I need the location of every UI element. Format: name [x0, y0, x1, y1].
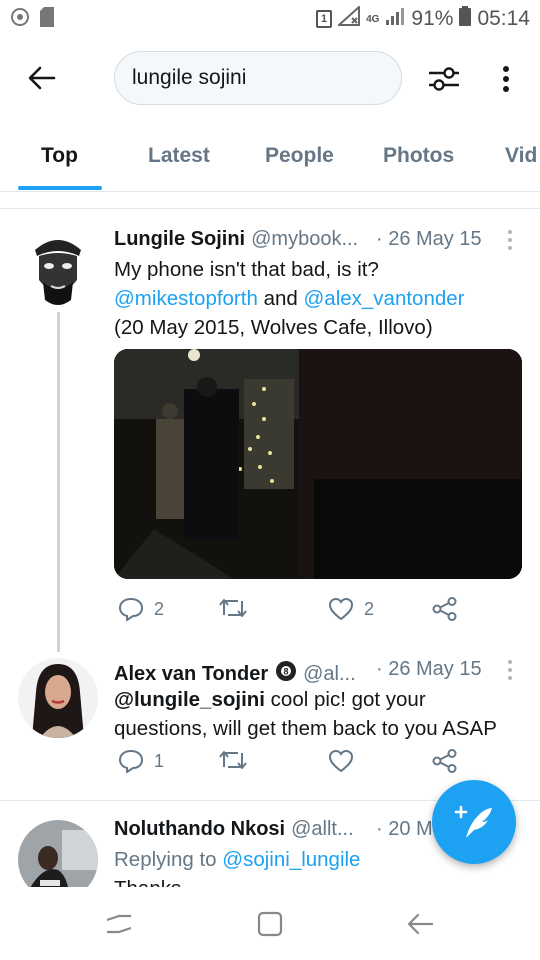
tweet-header: Noluthando Nkosi @allt...	[114, 818, 354, 841]
like-button[interactable]	[328, 749, 354, 773]
mention-link[interactable]: @sojini_lungile	[222, 848, 360, 871]
reply-icon	[118, 597, 144, 621]
share-icon	[432, 597, 457, 621]
author-handle[interactable]: @allt...	[291, 818, 354, 841]
system-navigation-bar	[0, 887, 540, 960]
back-button[interactable]	[24, 60, 60, 96]
tweet-actions: 2 2	[114, 597, 524, 627]
tweet-actions: 1	[114, 749, 524, 779]
like-button[interactable]: 2	[328, 597, 374, 621]
no-signal-icon	[336, 4, 361, 32]
tweet-date[interactable]: · 20 M	[376, 818, 433, 841]
tweet-text-line: My phone isn't that bad, is it?	[114, 258, 379, 281]
status-bar: 1 4G 91% 05:14	[0, 0, 540, 38]
author-name[interactable]: Alex van Tonder	[114, 663, 268, 686]
retweet-icon	[219, 751, 247, 769]
search-filter-button[interactable]	[424, 60, 464, 98]
avatar[interactable]	[18, 820, 98, 887]
sim-badge: 1	[316, 10, 333, 28]
battery-percent: 91%	[411, 7, 454, 30]
tweet-date[interactable]: · 26 May 15	[376, 228, 482, 251]
sd-card-icon	[40, 6, 54, 32]
tweet[interactable]: Alex van Tonder 8 @al... · 26 May 15 @lu…	[0, 652, 540, 802]
tweet-header: Alex van Tonder 8 @al...	[114, 658, 356, 686]
battery-icon	[459, 6, 472, 32]
reply-count: 1	[154, 750, 165, 771]
heart-icon	[328, 597, 354, 621]
sync-icon	[10, 7, 30, 32]
search-query-text: lungile sojini	[132, 66, 247, 89]
retweet-icon	[219, 599, 247, 617]
mention-link[interactable]: @alex_vantonder	[303, 287, 464, 310]
tab-people[interactable]: People	[265, 144, 334, 168]
heart-icon	[328, 749, 354, 773]
back-arrow-icon	[28, 66, 56, 90]
more-vertical-icon	[503, 66, 509, 92]
tweet-photo[interactable]	[114, 349, 522, 579]
author-handle[interactable]: @mybook...	[251, 228, 358, 251]
tweet-date[interactable]: · 26 May 15	[376, 658, 482, 681]
like-count: 2	[364, 598, 375, 619]
overflow-menu-button[interactable]	[494, 60, 518, 98]
avatar[interactable]	[18, 658, 98, 738]
share-button[interactable]	[432, 749, 458, 773]
recent-apps-icon	[106, 914, 132, 934]
tweet-text-line: (20 May 2015, Wolves Cafe, Illovo)	[114, 316, 433, 339]
network-type: 4G	[366, 13, 380, 25]
tweet-menu-button[interactable]	[507, 660, 513, 680]
replying-prefix: Replying to	[114, 848, 223, 871]
avatar[interactable]	[25, 230, 91, 310]
reply-icon	[118, 749, 144, 773]
author-handle[interactable]: @al...	[303, 663, 356, 686]
signal-icon	[385, 6, 405, 32]
home-square-icon	[257, 911, 283, 937]
tweet-text: My phone isn't that bad, is it? @mikesto…	[114, 255, 524, 342]
search-input[interactable]: lungile sojini	[114, 51, 402, 105]
compose-tweet-button[interactable]	[432, 780, 516, 864]
reply-button[interactable]: 1	[118, 749, 164, 773]
svg-text:8: 8	[284, 667, 289, 677]
retweet-button[interactable]	[218, 597, 248, 619]
author-name[interactable]: Noluthando Nkosi	[114, 818, 285, 841]
retweet-button[interactable]	[218, 749, 248, 771]
author-name[interactable]: Lungile Sojini	[114, 228, 245, 251]
tweet[interactable]: Lungile Sojini @mybook... · 26 May 15 My…	[0, 192, 540, 652]
share-icon	[432, 749, 457, 773]
home-button[interactable]	[255, 909, 285, 939]
compose-feather-icon	[454, 805, 492, 838]
tab-top[interactable]: Top	[41, 144, 78, 168]
tweet-text: @lungile_sojini cool pic! got your quest…	[114, 685, 524, 743]
tweet-menu-button[interactable]	[507, 230, 513, 250]
mention-link[interactable]: @lungile_sojini	[114, 688, 265, 711]
search-toolbar: lungile sojini	[0, 38, 540, 118]
reply-count: 2	[154, 598, 165, 619]
tweet-text-fragment: and	[257, 287, 304, 310]
tweet-header: Lungile Sojini @mybook...	[114, 228, 358, 251]
search-tabs: Top Latest People Photos Vid	[0, 120, 540, 192]
sliders-icon	[429, 67, 459, 91]
share-button[interactable]	[432, 597, 458, 621]
verified-badge-icon: 8	[275, 660, 297, 688]
recent-apps-button[interactable]	[104, 909, 134, 939]
mention-link[interactable]: @mikestopforth	[114, 287, 258, 310]
system-back-icon	[407, 913, 434, 935]
tab-latest[interactable]: Latest	[148, 144, 210, 168]
active-tab-indicator	[18, 186, 102, 190]
tweet-text: Thanks...	[114, 874, 524, 887]
reply-button[interactable]: 2	[118, 597, 164, 621]
system-back-button[interactable]	[405, 909, 435, 939]
tab-videos[interactable]: Vid	[505, 144, 537, 168]
tab-photos[interactable]: Photos	[383, 144, 454, 168]
clock: 05:14	[477, 7, 530, 30]
